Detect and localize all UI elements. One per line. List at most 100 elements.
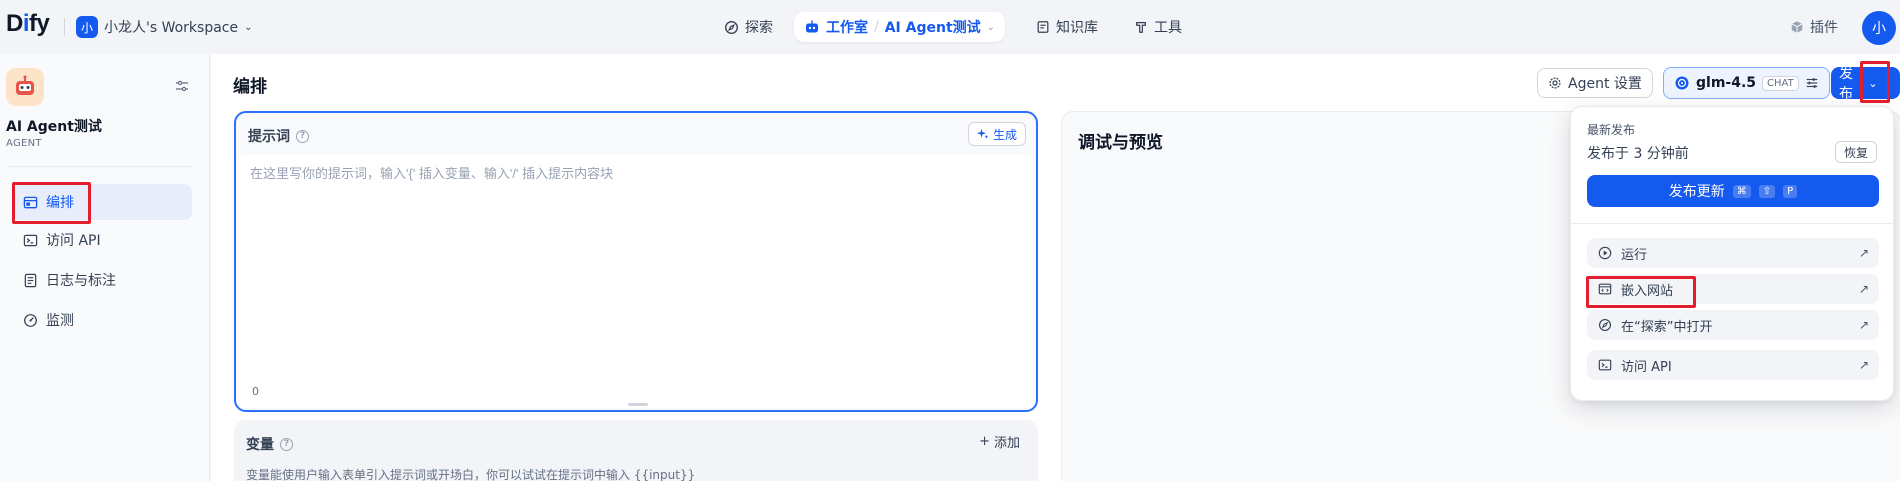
dashboard-icon [22, 312, 38, 328]
terminal-icon [1597, 357, 1613, 373]
menu-item-label: 运行 [1621, 247, 1648, 263]
menu-item-access-api[interactable]: 访问 API ↗ [1587, 350, 1879, 380]
current-app-label: AI Agent测试 [884, 20, 981, 36]
publish-update-label: 发布更新 [1668, 184, 1725, 200]
current-app-selector[interactable]: AI Agent测试 ⌄ [885, 17, 995, 37]
variables-label: 变量 [246, 437, 274, 453]
chevron-down-icon: ⌄ [986, 21, 996, 33]
embed-icon [1597, 281, 1613, 297]
latest-publish-label: 最新发布 [1587, 123, 1636, 137]
nav-explore[interactable]: 探索 [714, 12, 783, 42]
publish-menu-toggle[interactable]: ⌄ [1862, 67, 1884, 99]
variables-card: 变量 ? + 添加 变量能使用户输入表单引入提示词或开场白，你可以试试在提示词中… [234, 420, 1038, 481]
external-link-icon: ↗ [1858, 358, 1869, 372]
nav-tools[interactable]: 工具 [1124, 12, 1192, 42]
restore-button[interactable]: 恢复 [1834, 141, 1877, 163]
menu-item-run[interactable]: 运行 ↗ [1587, 238, 1879, 268]
model-name: glm-4.5 [1696, 75, 1757, 91]
chevron-down-icon: ⌄ [244, 21, 253, 33]
breadcrumb-separator: / [874, 19, 879, 35]
menu-item-label: 访问 API [1621, 359, 1672, 375]
shortcut-key: ⇧ [1758, 184, 1776, 198]
dify-logo[interactable]: Dify [6, 10, 50, 38]
prompt-card: 提示词 ? 生成 0 [234, 111, 1038, 412]
app-name: AI Agent测试 [6, 119, 102, 135]
app-sidebar: AI Agent测试 AGENT 编排 访问 API 日志与标注 监测 [0, 54, 210, 481]
nav-tools-label: 工具 [1154, 20, 1182, 36]
published-time: 发布于 3 分钟前 [1587, 146, 1689, 162]
nav-studio-label: 工作室 [826, 20, 868, 36]
publish-update-button[interactable]: 发布更新 ⌘ ⇧ P [1587, 175, 1879, 207]
prompt-header: 提示词 ? 生成 [236, 113, 1036, 155]
model-mode-badge: CHAT [1762, 75, 1799, 91]
plugins-button[interactable]: 插件 [1790, 14, 1838, 40]
nav-explore-label: 探索 [745, 20, 773, 36]
add-variable-button[interactable]: + 添加 [979, 432, 1020, 451]
terminal-icon [22, 232, 38, 248]
dropdown-divider [1571, 223, 1893, 224]
compass-icon [1597, 317, 1613, 333]
hammer-icon [1134, 20, 1148, 34]
sidebar-item-monitor[interactable]: 监测 [12, 302, 192, 338]
sidebar-item-logs[interactable]: 日志与标注 [12, 262, 192, 298]
resize-handle[interactable] [628, 403, 648, 406]
page-title: 编排 [233, 77, 267, 97]
variables-title: 变量 ? [246, 434, 293, 454]
plugins-label: 插件 [1810, 20, 1838, 36]
logo-divider [64, 18, 65, 36]
plus-icon: + [979, 434, 990, 449]
sidebar-toggle-icon[interactable] [174, 78, 192, 96]
shortcut-key: ⌘ [1732, 184, 1751, 198]
gear-icon [1548, 76, 1562, 90]
prompt-title: 提示词 ? [248, 126, 309, 146]
menu-item-embed[interactable]: 嵌入网站 ↗ [1587, 274, 1879, 304]
workspace-name: 小龙人's Workspace [104, 20, 239, 36]
book-icon [1036, 20, 1050, 34]
generate-label: 生成 [992, 127, 1017, 142]
external-link-icon: ↗ [1858, 282, 1869, 296]
character-count: 0 [252, 385, 259, 398]
debug-preview-title: 调试与预览 [1078, 133, 1163, 153]
nav-knowledge-label: 知识库 [1056, 20, 1098, 36]
generate-button[interactable]: 生成 [967, 122, 1026, 146]
sidebar-item-label: 访问 API [46, 233, 101, 249]
nav-knowledge[interactable]: 知识库 [1026, 12, 1108, 42]
sidebar-item-label: 监测 [46, 313, 74, 329]
prompt-label: 提示词 [248, 129, 290, 145]
robot-icon [804, 19, 820, 35]
layout-icon [22, 194, 38, 210]
agent-settings-button[interactable]: Agent 设置 [1537, 68, 1653, 98]
external-link-icon: ↗ [1858, 246, 1869, 260]
sidebar-item-label: 日志与标注 [46, 273, 116, 289]
sidebar-item-api[interactable]: 访问 API [12, 222, 192, 258]
file-list-icon [22, 272, 38, 288]
nav-studio[interactable]: 工作室 / AI Agent测试 ⌄ [794, 12, 1006, 42]
sidebar-divider [6, 166, 192, 167]
menu-item-label: 嵌入网站 [1621, 283, 1674, 299]
model-selector[interactable]: glm-4.5 CHAT [1663, 67, 1830, 99]
prompt-editor: 0 [238, 155, 1034, 408]
user-avatar[interactable]: 小 [1862, 11, 1896, 45]
prompt-input[interactable] [250, 163, 1020, 363]
compass-icon [724, 20, 739, 35]
menu-item-label: 在“探索”中打开 [1621, 319, 1713, 335]
sidebar-item-orchestrate[interactable]: 编排 [12, 184, 192, 220]
shortcut-key: P [1783, 184, 1798, 198]
variables-description: 变量能使用户输入表单引入提示词或开场白，你可以试试在提示词中输入 {{input… [246, 468, 696, 481]
top-navigation: Dify 小 小龙人's Workspace ⌄ 探索 工作室 / AI Age… [0, 0, 1900, 54]
cube-icon [1790, 20, 1804, 34]
sliders-icon[interactable] [1805, 76, 1819, 90]
help-icon[interactable]: ? [296, 129, 309, 143]
workspace-avatar: 小 [76, 16, 98, 38]
menu-item-open-in-explore[interactable]: 在“探索”中打开 ↗ [1587, 310, 1879, 340]
help-icon[interactable]: ? [280, 437, 293, 451]
external-link-icon: ↗ [1858, 318, 1869, 332]
agent-settings-label: Agent 设置 [1568, 76, 1642, 92]
app-robot-icon [6, 68, 44, 106]
workspace-switcher[interactable]: 小 小龙人's Workspace ⌄ [76, 15, 253, 39]
sidebar-item-label: 编排 [46, 195, 74, 211]
publish-dropdown: 最新发布 发布于 3 分钟前 恢复 发布更新 ⌘ ⇧ P 运行 ↗ 嵌入网站 ↗… [1570, 106, 1894, 401]
sparkle-icon [976, 128, 989, 140]
chevron-down-icon: ⌄ [1868, 76, 1878, 90]
add-variable-label: 添加 [993, 436, 1020, 451]
